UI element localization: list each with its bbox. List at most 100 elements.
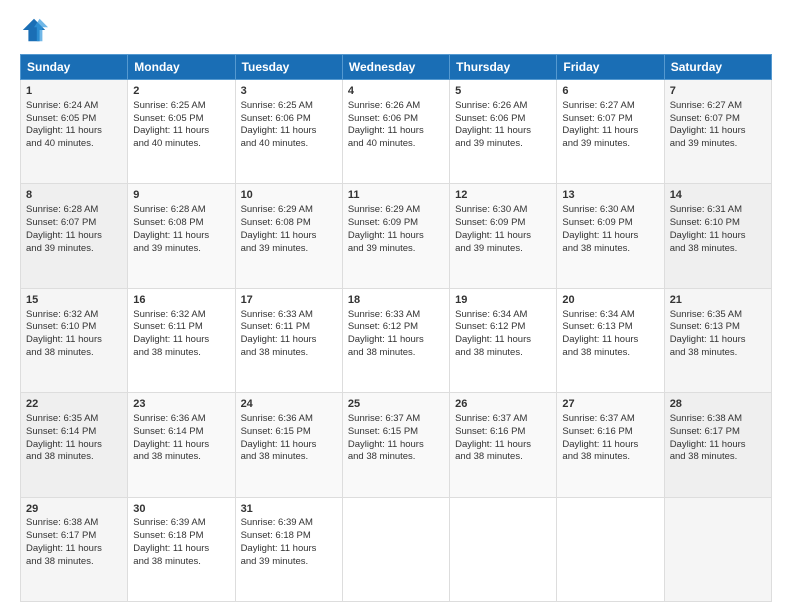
day-number: 13 (562, 188, 658, 203)
day-number: 1 (26, 84, 122, 99)
calendar-week-row: 1Sunrise: 6:24 AMSunset: 6:05 PMDaylight… (21, 80, 772, 184)
day-info-line: and 40 minutes. (26, 138, 122, 151)
day-number: 23 (133, 397, 229, 412)
day-info-line: Sunset: 6:18 PM (241, 530, 337, 543)
day-info-line: Sunset: 6:06 PM (455, 113, 551, 126)
day-info-line: Sunset: 6:06 PM (348, 113, 444, 126)
day-info-line: Sunset: 6:09 PM (455, 217, 551, 230)
calendar-cell: 5Sunrise: 6:26 AMSunset: 6:06 PMDaylight… (450, 80, 557, 184)
day-info-line: and 38 minutes. (26, 556, 122, 569)
day-number: 12 (455, 188, 551, 203)
day-info-line: Sunrise: 6:29 AM (241, 204, 337, 217)
day-info-line: Sunset: 6:09 PM (562, 217, 658, 230)
day-info-line: Daylight: 11 hours (348, 334, 444, 347)
day-info-line: and 39 minutes. (562, 138, 658, 151)
day-number: 21 (670, 293, 766, 308)
calendar-cell: 3Sunrise: 6:25 AMSunset: 6:06 PMDaylight… (235, 80, 342, 184)
day-number: 11 (348, 188, 444, 203)
day-info-line: and 38 minutes. (562, 451, 658, 464)
day-info-line: Sunrise: 6:32 AM (133, 309, 229, 322)
day-info-line: Sunrise: 6:39 AM (241, 517, 337, 530)
day-info-line: and 38 minutes. (562, 347, 658, 360)
day-info-line: Sunrise: 6:35 AM (26, 413, 122, 426)
day-info-line: Sunrise: 6:36 AM (133, 413, 229, 426)
day-number: 30 (133, 502, 229, 517)
calendar-header-row: SundayMondayTuesdayWednesdayThursdayFrid… (21, 55, 772, 80)
day-number: 2 (133, 84, 229, 99)
calendar-cell: 27Sunrise: 6:37 AMSunset: 6:16 PMDayligh… (557, 393, 664, 497)
calendar-cell (450, 497, 557, 601)
calendar-header-friday: Friday (557, 55, 664, 80)
day-info-line: and 38 minutes. (241, 347, 337, 360)
calendar-cell (557, 497, 664, 601)
day-info-line: Sunrise: 6:26 AM (348, 100, 444, 113)
day-info-line: Sunset: 6:07 PM (26, 217, 122, 230)
day-info-line: and 38 minutes. (670, 451, 766, 464)
day-number: 16 (133, 293, 229, 308)
day-info-line: Sunset: 6:08 PM (133, 217, 229, 230)
day-info-line: Daylight: 11 hours (133, 439, 229, 452)
day-number: 28 (670, 397, 766, 412)
day-info-line: and 38 minutes. (241, 451, 337, 464)
calendar-header-wednesday: Wednesday (342, 55, 449, 80)
day-info-line: Sunset: 6:13 PM (562, 321, 658, 334)
day-info-line: Daylight: 11 hours (26, 334, 122, 347)
day-info-line: Sunrise: 6:37 AM (348, 413, 444, 426)
logo (20, 16, 54, 44)
day-number: 8 (26, 188, 122, 203)
day-number: 4 (348, 84, 444, 99)
day-info-line: Sunrise: 6:35 AM (670, 309, 766, 322)
page: SundayMondayTuesdayWednesdayThursdayFrid… (0, 0, 792, 612)
day-info-line: and 39 minutes. (348, 243, 444, 256)
day-info-line: Daylight: 11 hours (26, 125, 122, 138)
calendar-header-sunday: Sunday (21, 55, 128, 80)
day-number: 31 (241, 502, 337, 517)
day-info-line: Sunset: 6:12 PM (348, 321, 444, 334)
day-info-line: Daylight: 11 hours (455, 439, 551, 452)
day-info-line: and 38 minutes. (26, 347, 122, 360)
day-info-line: Daylight: 11 hours (26, 230, 122, 243)
calendar-cell: 15Sunrise: 6:32 AMSunset: 6:10 PMDayligh… (21, 288, 128, 392)
day-number: 17 (241, 293, 337, 308)
day-info-line: Sunrise: 6:28 AM (133, 204, 229, 217)
day-info-line: Daylight: 11 hours (348, 439, 444, 452)
day-info-line: and 38 minutes. (26, 451, 122, 464)
day-number: 10 (241, 188, 337, 203)
day-info-line: Sunset: 6:16 PM (455, 426, 551, 439)
day-info-line: Sunrise: 6:38 AM (670, 413, 766, 426)
day-info-line: Sunrise: 6:31 AM (670, 204, 766, 217)
day-info-line: Sunset: 6:07 PM (562, 113, 658, 126)
day-info-line: Daylight: 11 hours (670, 334, 766, 347)
calendar-cell: 14Sunrise: 6:31 AMSunset: 6:10 PMDayligh… (664, 184, 771, 288)
calendar-cell: 8Sunrise: 6:28 AMSunset: 6:07 PMDaylight… (21, 184, 128, 288)
day-info-line: Sunrise: 6:37 AM (455, 413, 551, 426)
calendar-cell: 30Sunrise: 6:39 AMSunset: 6:18 PMDayligh… (128, 497, 235, 601)
day-info-line: Sunset: 6:10 PM (670, 217, 766, 230)
calendar-week-row: 29Sunrise: 6:38 AMSunset: 6:17 PMDayligh… (21, 497, 772, 601)
day-info-line: Daylight: 11 hours (133, 125, 229, 138)
day-info-line: and 38 minutes. (670, 347, 766, 360)
day-info-line: Daylight: 11 hours (562, 230, 658, 243)
day-number: 26 (455, 397, 551, 412)
day-info-line: Sunrise: 6:25 AM (133, 100, 229, 113)
day-info-line: Sunrise: 6:30 AM (455, 204, 551, 217)
day-info-line: and 39 minutes. (241, 556, 337, 569)
day-info-line: Sunrise: 6:32 AM (26, 309, 122, 322)
day-info-line: Sunset: 6:16 PM (562, 426, 658, 439)
day-info-line: Daylight: 11 hours (241, 125, 337, 138)
logo-icon (20, 16, 48, 44)
day-info-line: and 39 minutes. (455, 138, 551, 151)
day-number: 25 (348, 397, 444, 412)
day-info-line: Daylight: 11 hours (241, 439, 337, 452)
day-info-line: and 38 minutes. (455, 347, 551, 360)
calendar-cell: 7Sunrise: 6:27 AMSunset: 6:07 PMDaylight… (664, 80, 771, 184)
day-info-line: Sunrise: 6:24 AM (26, 100, 122, 113)
day-number: 14 (670, 188, 766, 203)
day-info-line: Sunset: 6:13 PM (670, 321, 766, 334)
calendar-week-row: 22Sunrise: 6:35 AMSunset: 6:14 PMDayligh… (21, 393, 772, 497)
day-number: 3 (241, 84, 337, 99)
calendar-cell: 9Sunrise: 6:28 AMSunset: 6:08 PMDaylight… (128, 184, 235, 288)
calendar-cell: 18Sunrise: 6:33 AMSunset: 6:12 PMDayligh… (342, 288, 449, 392)
calendar-cell (664, 497, 771, 601)
day-info-line: Sunset: 6:17 PM (670, 426, 766, 439)
